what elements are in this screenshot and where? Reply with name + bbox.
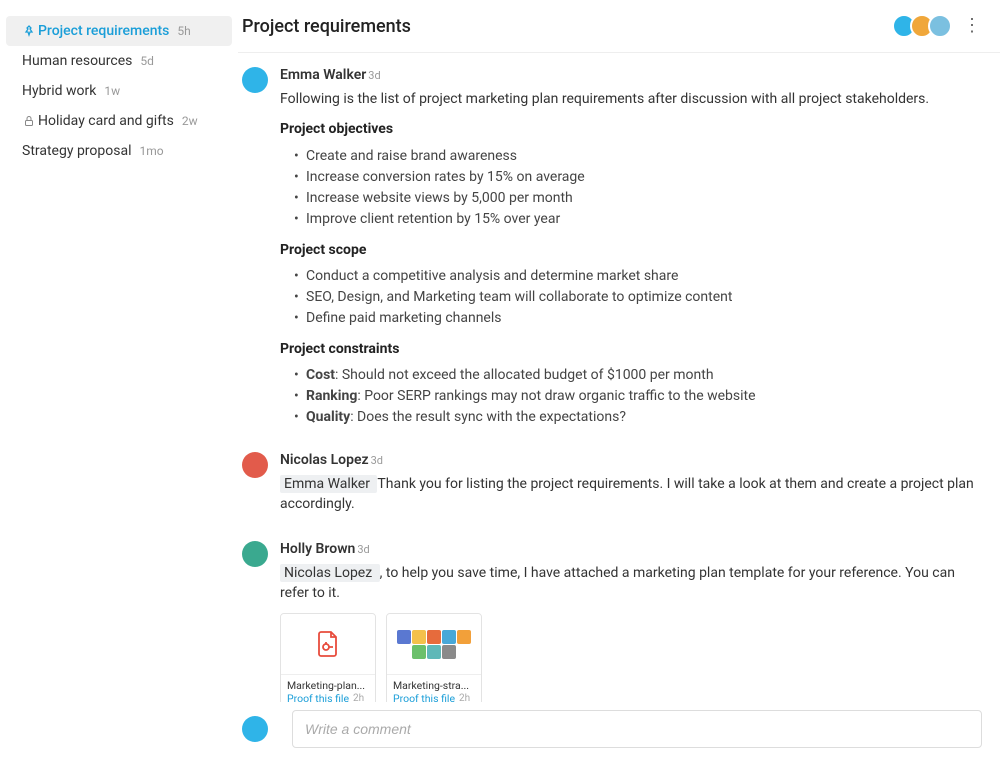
list-item: Cost: Should not exceed the allocated bu… xyxy=(294,365,982,386)
proof-link[interactable]: Proof this file xyxy=(393,692,455,702)
sidebar-item-human-resources[interactable]: Human resources 5d xyxy=(0,46,238,76)
sidebar-item-label: Hybrid work xyxy=(22,83,96,99)
section-heading: Project scope xyxy=(280,240,982,260)
mention[interactable]: Emma Walker xyxy=(280,475,377,493)
image-thumbnail xyxy=(387,614,481,674)
post-avatar[interactable] xyxy=(242,67,268,93)
post-body: Emma Walker3d Following is the list of pr… xyxy=(280,67,982,434)
sidebar-item-label: Project requirements xyxy=(38,23,169,39)
content-scroll[interactable]: Emma Walker3dFollowing is the list of pr… xyxy=(238,53,1000,702)
post-body: Holly Brown3d Nicolas Lopez , to help yo… xyxy=(280,541,982,702)
post-body: Nicolas Lopez3d Emma Walker Thank you fo… xyxy=(280,452,982,523)
sidebar: Project requirements5hHuman resources5dH… xyxy=(0,0,238,764)
post-time: 3d xyxy=(357,543,369,556)
sidebar-item-project-requirements[interactable]: Project requirements 5h xyxy=(6,16,232,46)
more-menu-icon[interactable]: ⋮ xyxy=(962,17,982,35)
sidebar-item-time: 2w xyxy=(182,114,198,128)
attachment-name: Marketing-plan... xyxy=(287,679,369,692)
proof-link[interactable]: Proof this file xyxy=(287,692,349,702)
list-item: Ranking: Poor SERP rankings may not draw… xyxy=(294,386,982,407)
post: Nicolas Lopez3d Emma Walker Thank you fo… xyxy=(242,452,982,523)
sidebar-item-time: 5d xyxy=(140,54,154,68)
list-item: Improve client retention by 15% over yea… xyxy=(294,209,982,230)
attachment-card[interactable]: Marketing-plan...Proof this file 2h xyxy=(280,613,376,702)
list-item: Conduct a competitive analysis and deter… xyxy=(294,266,982,287)
header: Project requirements ⋮ xyxy=(238,0,1000,53)
section-list: Create and raise brand awarenessIncrease… xyxy=(280,146,982,230)
list-item: Create and raise brand awareness xyxy=(294,146,982,167)
attachment-name: Marketing-stra... xyxy=(393,679,475,692)
post: Holly Brown3d Nicolas Lopez , to help yo… xyxy=(242,541,982,702)
collaborator-avatar[interactable] xyxy=(928,14,952,38)
attachment-card[interactable]: Marketing-stra...Proof this file 2h xyxy=(386,613,482,702)
post-avatar[interactable] xyxy=(242,452,268,478)
section-list: Conduct a competitive analysis and deter… xyxy=(280,266,982,329)
list-item: SEO, Design, and Marketing team will col… xyxy=(294,287,982,308)
comment-row xyxy=(238,702,1000,764)
post-content: Emma Walker Thank you for listing the pr… xyxy=(280,474,982,515)
post-intro: Following is the list of project marketi… xyxy=(280,89,982,109)
pdf-icon xyxy=(281,614,375,674)
list-item: Define paid marketing channels xyxy=(294,308,982,329)
list-item: Quality: Does the result sync with the e… xyxy=(294,407,982,428)
post: Emma Walker3d Following is the list of pr… xyxy=(242,67,982,434)
lock-icon xyxy=(22,114,36,128)
post-time: 3d xyxy=(368,69,380,82)
collaborator-avatars[interactable] xyxy=(898,14,952,38)
list-item: Increase website views by 5,000 per mont… xyxy=(294,188,982,209)
page-title: Project requirements xyxy=(242,16,411,37)
section-heading: Project constraints xyxy=(280,339,982,359)
section-heading: Project objectives xyxy=(280,119,982,139)
main-area: Project requirements ⋮ Emma Walker3dFoll… xyxy=(238,0,1000,764)
sidebar-item-strategy-proposal[interactable]: Strategy proposal 1mo xyxy=(0,136,238,166)
post-message: Emma Walker Thank you for listing the pr… xyxy=(280,474,982,515)
sidebar-item-time: 5h xyxy=(177,24,190,38)
post-author[interactable]: Nicolas Lopez xyxy=(280,452,369,468)
sidebar-item-label: Holiday card and gifts xyxy=(38,113,174,129)
post-author[interactable]: Holly Brown xyxy=(280,541,355,557)
sidebar-item-time: 1w xyxy=(104,84,120,98)
post-avatar[interactable] xyxy=(242,541,268,567)
list-item: Increase conversion rates by 15% on aver… xyxy=(294,167,982,188)
attachment-time: 2h xyxy=(459,693,470,702)
attachment-time: 2h xyxy=(353,693,364,702)
post-time: 3d xyxy=(371,454,383,467)
post-message: Nicolas Lopez , to help you save time, I… xyxy=(280,563,982,604)
comment-input[interactable] xyxy=(292,710,982,748)
sidebar-item-label: Strategy proposal xyxy=(22,143,131,159)
attachment-meta: Marketing-stra...Proof this file 2h xyxy=(387,674,481,702)
mention[interactable]: Nicolas Lopez xyxy=(280,564,380,582)
attachments: Marketing-plan...Proof this file2hMarket… xyxy=(280,613,982,702)
sidebar-item-time: 1mo xyxy=(139,144,163,158)
section-list: Cost: Should not exceed the allocated bu… xyxy=(280,365,982,428)
comment-avatar xyxy=(242,716,268,742)
sidebar-item-hybrid-work[interactable]: Hybrid work 1w xyxy=(0,76,238,106)
sidebar-item-label: Human resources xyxy=(22,53,132,69)
post-content: Following is the list of project marketi… xyxy=(280,89,982,428)
sidebar-item-holiday-card-and-gifts[interactable]: Holiday card and gifts 2w xyxy=(0,106,238,136)
post-author[interactable]: Emma Walker xyxy=(280,67,366,83)
attachment-meta: Marketing-plan...Proof this file 2h xyxy=(281,674,375,702)
post-content: Nicolas Lopez , to help you save time, I… xyxy=(280,563,982,604)
pin-icon xyxy=(22,24,36,38)
header-actions: ⋮ xyxy=(898,14,982,38)
